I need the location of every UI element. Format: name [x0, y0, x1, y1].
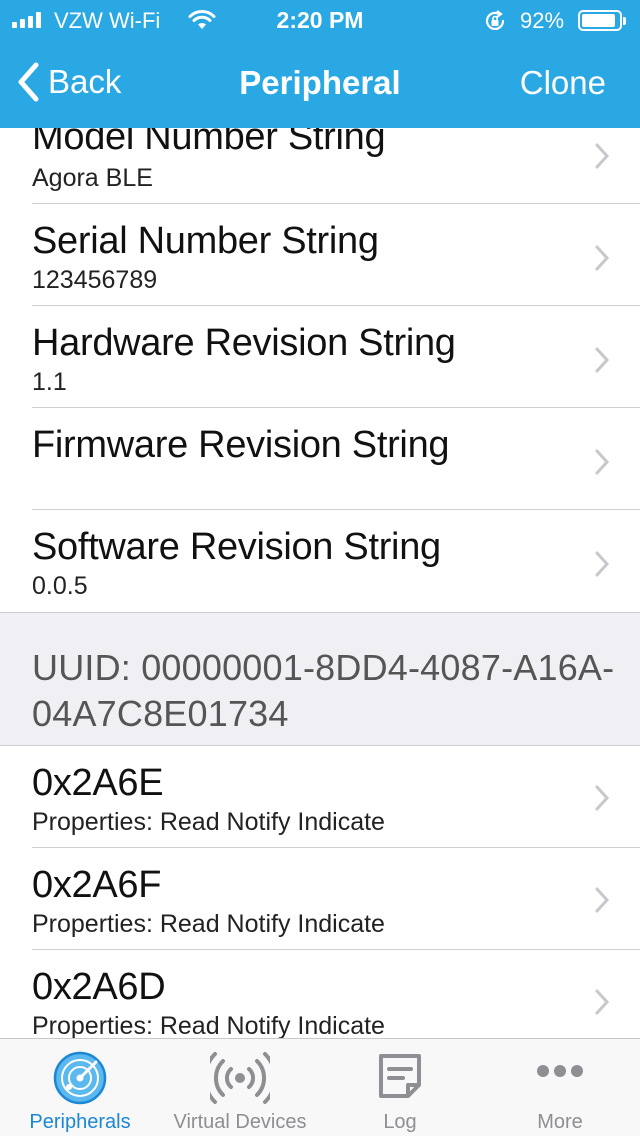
item-value: Agora BLE: [32, 164, 153, 192]
top-bar: VZW Wi-Fi 2:20 PM 92% Back Peripheral Cl…: [0, 0, 640, 128]
battery-icon: [578, 10, 626, 31]
chevron-right-icon: [595, 989, 610, 1015]
chevron-right-icon: [595, 245, 610, 271]
item-title: Hardware Revision String: [32, 322, 456, 364]
list-item[interactable]: 0x2A6E Properties: Read Notify Indicate: [0, 746, 640, 848]
clone-button[interactable]: Clone: [520, 64, 606, 102]
tab-label: More: [537, 1111, 583, 1133]
tab-peripherals[interactable]: Peripherals: [0, 1039, 160, 1136]
item-value: Properties: Read Notify Indicate: [32, 808, 385, 836]
chevron-right-icon: [595, 143, 610, 169]
service-uuid: UUID: 00000001-8DD4-4087-A16A-04A7C8E017…: [32, 647, 615, 734]
list-item[interactable]: Software Revision String 0.0.5: [0, 510, 640, 612]
ellipsis-icon: [537, 1065, 583, 1077]
chevron-right-icon: [595, 887, 610, 913]
navigation-bar: Back Peripheral Clone: [0, 40, 640, 128]
tab-label: Log: [383, 1111, 417, 1133]
item-value: Properties: Read Notify Indicate: [32, 1012, 385, 1038]
item-title: 0x2A6F: [32, 864, 162, 906]
chevron-right-icon: [595, 785, 610, 811]
tab-log[interactable]: Log: [320, 1039, 480, 1136]
list-item[interactable]: Firmware Revision String: [0, 408, 640, 510]
item-title: Software Revision String: [32, 526, 441, 568]
battery-percent: 92%: [520, 8, 565, 33]
item-value: 123456789: [32, 266, 158, 294]
tab-more[interactable]: More: [480, 1039, 640, 1136]
item-title: 0x2A6E: [32, 762, 164, 804]
characteristics-list[interactable]: Model Number String Agora BLE Serial Num…: [0, 128, 640, 1038]
chevron-right-icon: [595, 551, 610, 577]
note-icon: [379, 1054, 421, 1098]
item-value: 0.0.5: [32, 572, 88, 600]
item-value: Properties: Read Notify Indicate: [32, 910, 385, 938]
list-item[interactable]: Hardware Revision String 1.1: [0, 306, 640, 408]
item-title: 0x2A6D: [32, 966, 166, 1008]
list-item[interactable]: Serial Number String 123456789: [0, 204, 640, 306]
item-value: 1.1: [32, 368, 67, 396]
chevron-right-icon: [595, 449, 610, 475]
broadcast-icon: [210, 1052, 270, 1104]
rotation-lock-icon: [485, 10, 505, 30]
service-header: UUID: 00000001-8DD4-4087-A16A-04A7C8E017…: [0, 612, 640, 746]
list-item[interactable]: Model Number String Agora BLE: [0, 128, 640, 204]
list-item[interactable]: 0x2A6D Properties: Read Notify Indicate: [0, 950, 640, 1038]
chevron-right-icon: [595, 347, 610, 373]
list-item[interactable]: 0x2A6F Properties: Read Notify Indicate: [0, 848, 640, 950]
tab-label: Virtual Devices: [173, 1111, 307, 1133]
status-bar: VZW Wi-Fi 2:20 PM 92%: [0, 0, 640, 40]
item-title: Firmware Revision String: [32, 424, 450, 466]
item-title: Model Number String: [32, 128, 386, 158]
tab-label: Peripherals: [29, 1111, 131, 1133]
radar-icon: [53, 1051, 107, 1105]
tab-bar: Peripherals Virtual Devices Log More: [0, 1038, 640, 1136]
tab-virtual-devices[interactable]: Virtual Devices: [160, 1039, 320, 1136]
item-title: Serial Number String: [32, 220, 379, 262]
